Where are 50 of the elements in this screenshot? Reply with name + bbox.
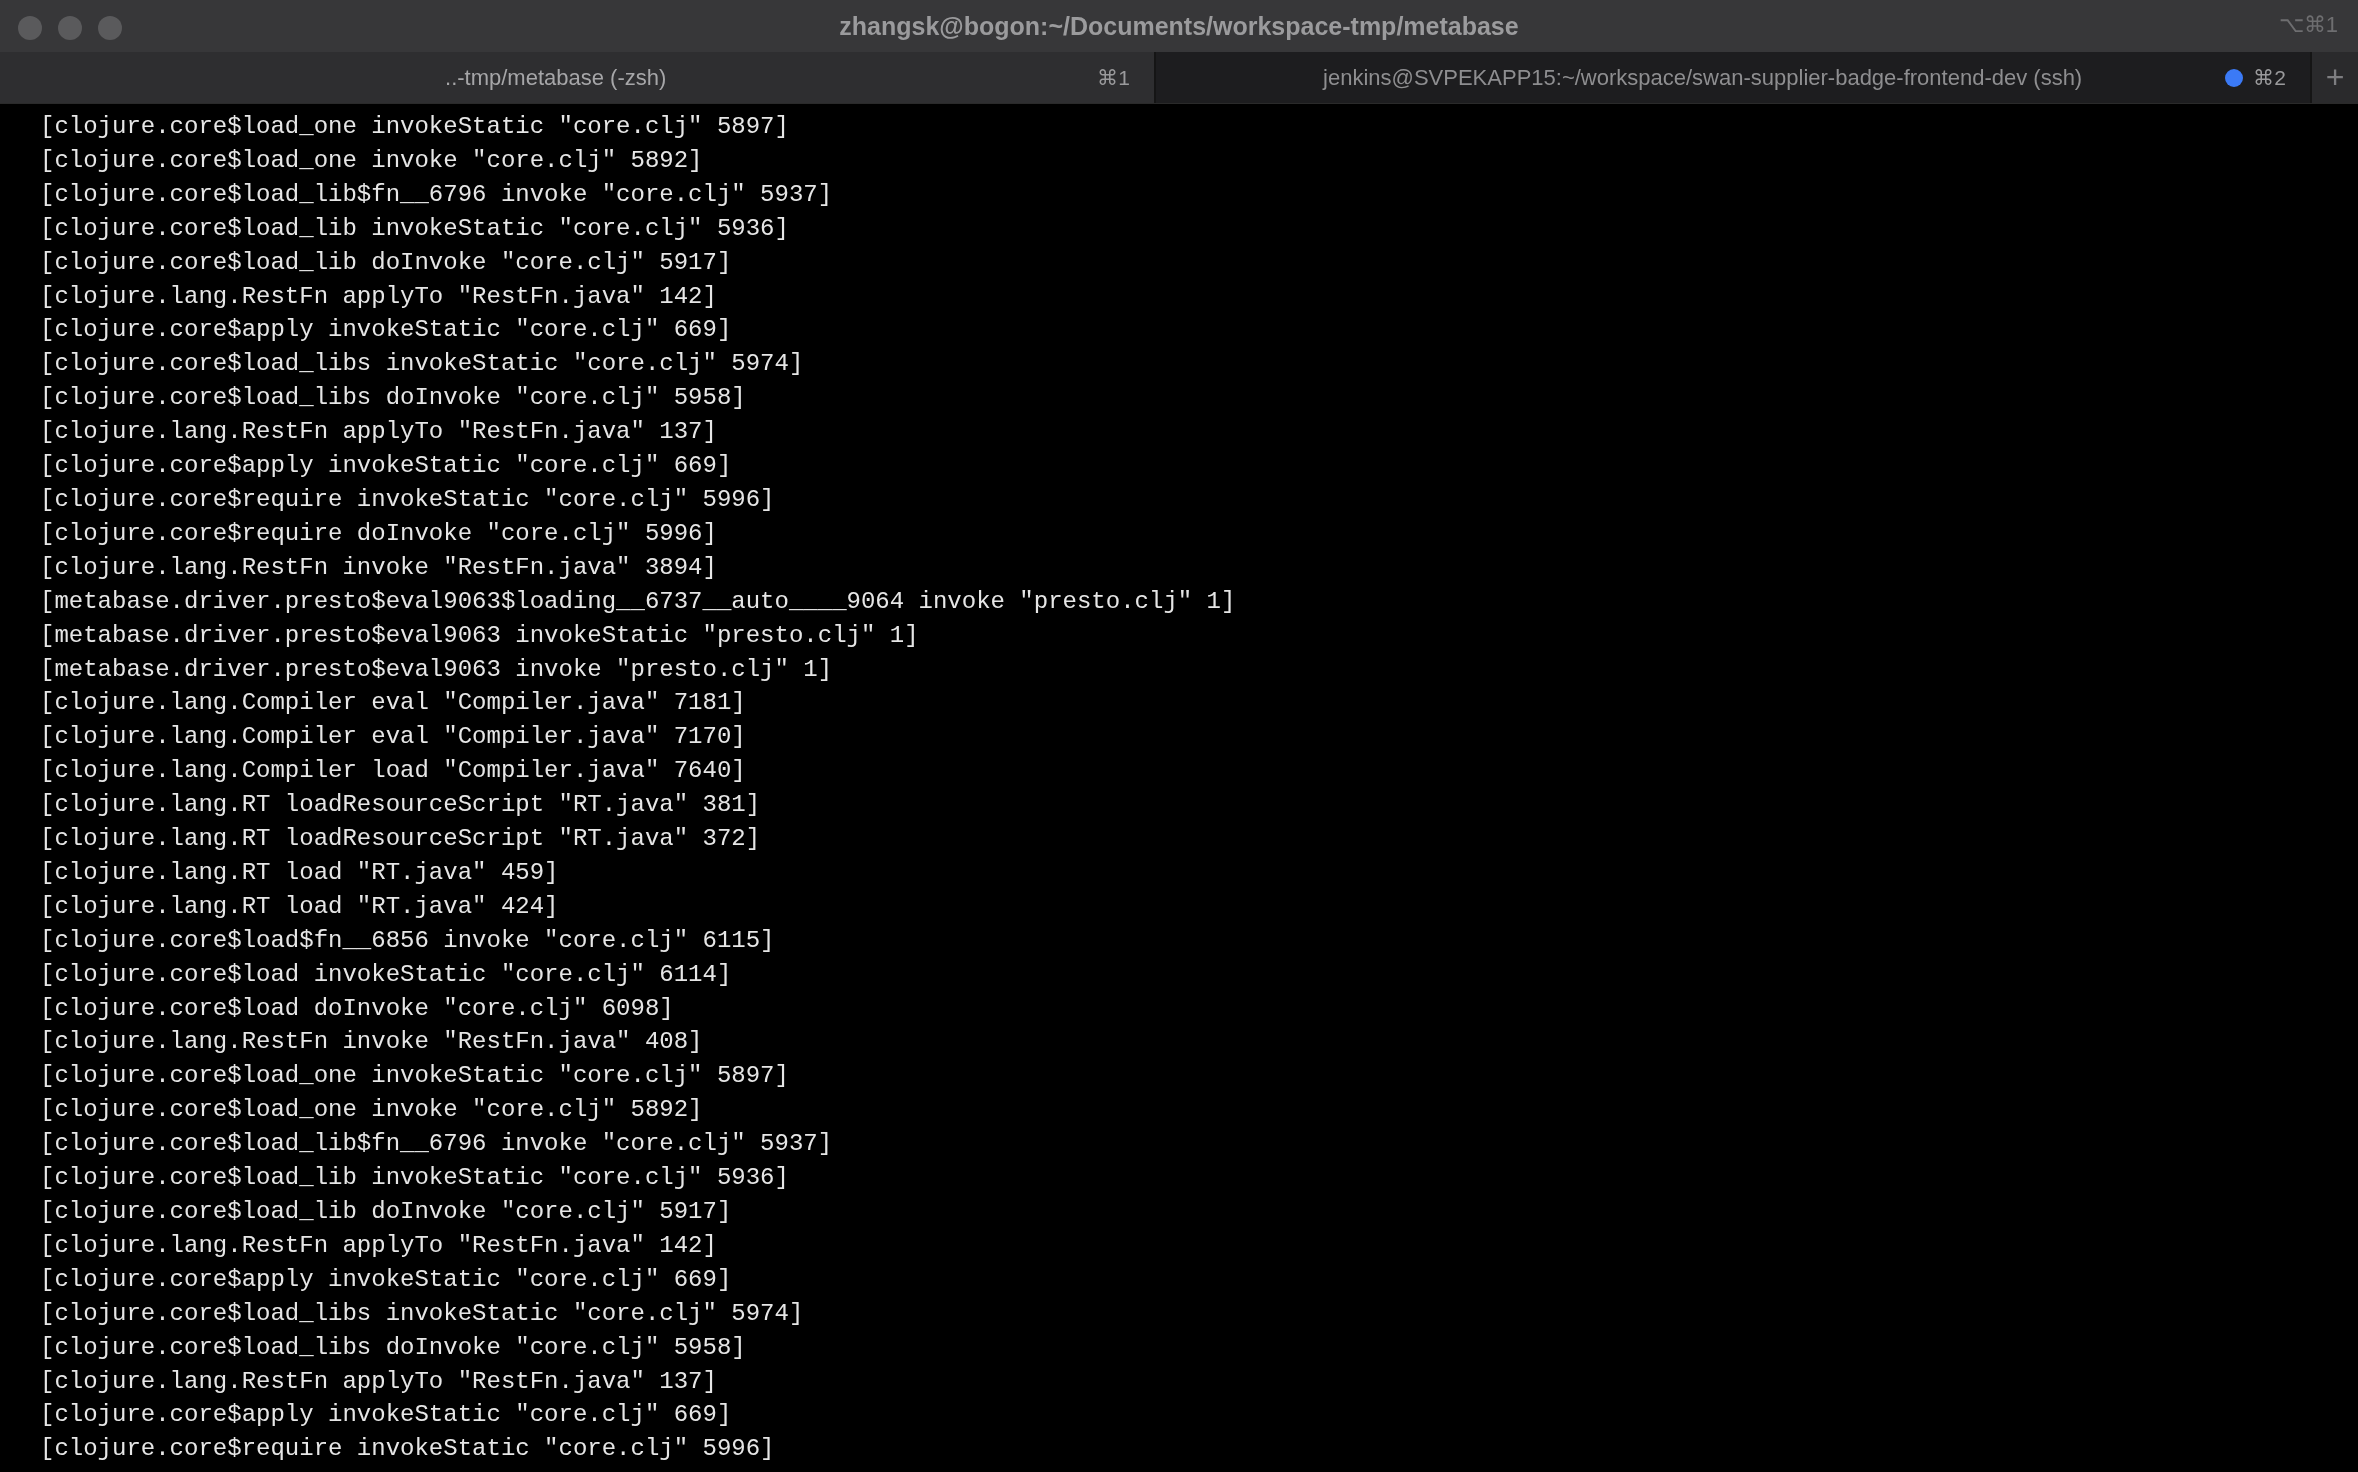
terminal-line: [clojure.core$load_libs invokeStatic "core.clj" 5974] [40, 349, 805, 380]
terminal-line: [clojure.core$load_lib doInvoke "core.clj" 5917] [40, 247, 733, 278]
terminal-line: [clojure.lang.Compiler eval "Compiler.java" 7181] [40, 688, 747, 719]
terminal-line: [clojure.core$load_lib$fn__6796 invoke "core.clj" 5937] [40, 1129, 834, 1160]
terminal-line: [clojure.lang.RestFn applyTo "RestFn.java" 142] [40, 1230, 718, 1261]
terminal-line: [clojure.core$apply invokeStatic "core.clj" 669] [40, 315, 733, 346]
terminal-line: [clojure.core$load_one invokeStatic "core.clj" 5897] [40, 112, 790, 142]
terminal-line: [clojure.lang.RT load "RT.java" 424] [40, 891, 560, 922]
terminal-line: [clojure.lang.Compiler load "Compiler.java" 7640] [40, 756, 747, 787]
terminal-line: [clojure.lang.Compiler eval "Compiler.java" 7170] [40, 722, 747, 753]
terminal-line: [clojure.lang.RT load "RT.java" 459] [40, 857, 560, 888]
terminal-line: [clojure.lang.RestFn applyTo "RestFn.java" 137] [40, 417, 718, 448]
zoom-button[interactable] [98, 16, 122, 40]
terminal-line: [metabase.driver.presto$eval9063$loading__6737__auto____9064 invoke "presto.clj" 1] [40, 586, 1237, 617]
terminal-line: [clojure.core$apply invokeStatic "core.clj" 669] [40, 451, 733, 482]
terminal-line: [clojure.lang.RestFn invoke "RestFn.java" 3894] [40, 552, 718, 583]
terminal-line: [clojure.core$apply invokeStatic "core.clj" 669] [40, 1264, 733, 1295]
terminal-line: [clojure.lang.RestFn applyTo "RestFn.java" 137] [40, 1366, 718, 1397]
tab-label: jenkins@SVPEKAPP15:~/workspace/swan-supplier-badge-frontend-dev (ssh) [1321, 64, 2084, 91]
terminal-line: [clojure.core$load_one invoke "core.clj" 5892] [40, 1095, 704, 1126]
tab-shortcut: ⌘1 [1097, 65, 1130, 90]
terminal-line: [clojure.core$apply invokeStatic "core.clj" 669] [40, 1400, 733, 1431]
close-button[interactable] [18, 16, 42, 40]
window-title: zhangsk@bogon:~/Documents/workspace-tmp/metabase [839, 11, 1519, 41]
minimize-button[interactable] [58, 16, 82, 40]
terminal-line: [metabase.driver.presto$eval9063 invokeStatic "presto.clj" 1] [40, 620, 920, 651]
tab[interactable]: ..-tmp/metabase (-zsh) ⌘1 [0, 52, 1156, 103]
new-tab-button[interactable]: + [2312, 52, 2358, 103]
terminal-line: [clojure.core$load_libs doInvoke "core.clj" 5958] [40, 383, 747, 414]
terminal-line: [clojure.core$load_one invokeStatic "core.clj" 5897] [40, 1061, 790, 1092]
terminal-line: [clojure.core$load doInvoke "core.clj" 6098] [40, 993, 675, 1024]
terminal-line: [clojure.core$require invokeStatic "core.clj" 5996] [40, 484, 776, 515]
terminal-line: [metabase.driver.presto$eval9063 invoke "presto.clj" 1] [40, 654, 834, 685]
terminal-line: [clojure.core$require doInvoke "core.clj" 5996] [40, 518, 718, 549]
terminal-line: [clojure.lang.RestFn invoke "RestFn.java" 408] [40, 1027, 704, 1058]
terminal-line: [clojure.core$load invokeStatic "core.clj" 6114] [40, 959, 733, 990]
tab-shortcut: ⌘2 [2253, 65, 2286, 90]
terminal-line: [clojure.core$load_lib invokeStatic "core.clj" 5936] [40, 1163, 790, 1194]
terminal-line: [clojure.core$load_lib invokeStatic "core.clj" 5936] [40, 213, 790, 244]
terminal-line: [clojure.lang.RestFn applyTo "RestFn.java" 142] [40, 281, 718, 312]
terminal-line: [clojure.lang.RT loadResourceScript "RT.java" 372] [40, 824, 762, 855]
terminal-line: [clojure.core$require invokeStatic "core.clj" 5996] [40, 1434, 776, 1465]
terminal-line: [clojure.core$load_libs invokeStatic "core.clj" 5974] [40, 1298, 805, 1329]
terminal-line: [clojure.core$load_one invoke "core.clj" 5892] [40, 145, 704, 176]
terminal-line: [clojure.core$load_libs doInvoke "core.clj" 5958] [40, 1332, 747, 1363]
terminal-line: [clojure.core$load_lib doInvoke "core.clj" 5917] [40, 1197, 733, 1227]
terminal-line: [clojure.core$load_lib$fn__6796 invoke "core.clj" 5937] [40, 179, 834, 210]
terminal-line: [clojure.core$load$fn__6856 invoke "core.clj" 6115] [40, 925, 776, 956]
tab-label: ..-tmp/metabase (-zsh) [444, 64, 668, 91]
terminal-line: [clojure.lang.RT loadResourceScript "RT.java" 381] [40, 790, 762, 821]
